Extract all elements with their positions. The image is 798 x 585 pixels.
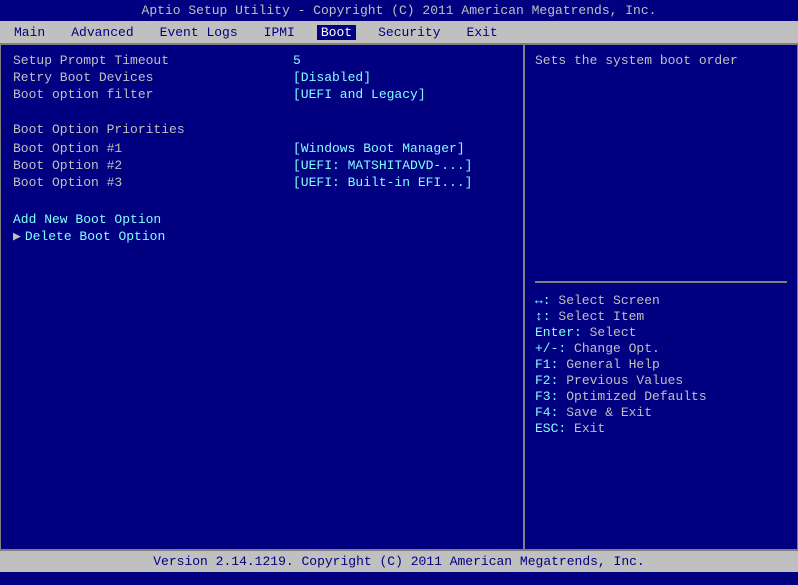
menu-row-value: [UEFI and Legacy]	[293, 87, 426, 102]
menu-row[interactable]: Boot Option #1[Windows Boot Manager]	[13, 141, 511, 156]
footer-text: Version 2.14.1219. Copyright (C) 2011 Am…	[153, 554, 644, 569]
menu-row[interactable]: Retry Boot Devices[Disabled]	[13, 70, 511, 85]
menu-row[interactable]: Setup Prompt Timeout5	[13, 53, 511, 68]
help-key: ↕:	[535, 309, 558, 324]
right-description-area: Sets the system boot order	[535, 53, 787, 283]
nav-item-exit[interactable]: Exit	[463, 25, 502, 40]
nav-item-ipmi[interactable]: IPMI	[260, 25, 299, 40]
title-bar: Aptio Setup Utility - Copyright (C) 2011…	[0, 0, 798, 22]
nav-bar: Main Advanced Event Logs IPMI Boot Security Ex…	[0, 22, 798, 44]
help-desc: Optimized Defaults	[566, 389, 706, 404]
menu-row-label: Retry Boot Devices	[13, 70, 293, 85]
section-header: Boot Option Priorities	[13, 122, 511, 137]
help-key: F4:	[535, 405, 566, 420]
help-desc: Change Opt.	[574, 341, 660, 356]
help-key: F2:	[535, 373, 566, 388]
help-key: ↔:	[535, 293, 558, 308]
arrow-icon: ▶	[13, 229, 21, 244]
menu-row-label: Boot Option #1	[13, 141, 293, 156]
menu-link[interactable]: Add New Boot Option	[13, 212, 511, 227]
help-line: +/-: Change Opt.	[535, 341, 787, 356]
help-desc: Select Screen	[558, 293, 659, 308]
help-line: ESC: Exit	[535, 421, 787, 436]
menu-row-label: Setup Prompt Timeout	[13, 53, 293, 68]
help-desc: Save & Exit	[566, 405, 652, 420]
spacer	[13, 202, 511, 212]
spacer	[13, 104, 511, 114]
menu-row-value: [Windows Boot Manager]	[293, 141, 465, 156]
help-key: +/-:	[535, 341, 574, 356]
menu-row[interactable]: Boot option filter[UEFI and Legacy]	[13, 87, 511, 102]
menu-row-value: 5	[293, 53, 301, 68]
help-desc: Select	[590, 325, 637, 340]
spacer	[13, 192, 511, 202]
help-desc: Previous Values	[566, 373, 683, 388]
menu-row[interactable]: Boot Option #3[UEFI: Built-in EFI...]	[13, 175, 511, 190]
menu-link-label[interactable]: Add New Boot Option	[13, 212, 293, 227]
menu-row-label: Boot Option #3	[13, 175, 293, 190]
nav-item-advanced[interactable]: Advanced	[67, 25, 137, 40]
nav-item-main[interactable]: Main	[10, 25, 49, 40]
nav-item-event-logs[interactable]: Event Logs	[156, 25, 242, 40]
help-desc: Select Item	[558, 309, 644, 324]
description-text: Sets the system boot order	[535, 53, 738, 68]
footer: Version 2.14.1219. Copyright (C) 2011 Am…	[0, 550, 798, 572]
help-line: F1: General Help	[535, 357, 787, 372]
help-key: ESC:	[535, 421, 574, 436]
help-line: ↔: Select Screen	[535, 293, 787, 308]
left-panel: Setup Prompt Timeout5Retry Boot Devices[…	[1, 45, 525, 549]
help-line: Enter: Select	[535, 325, 787, 340]
nav-item-boot[interactable]: Boot	[317, 25, 356, 40]
help-line: F2: Previous Values	[535, 373, 787, 388]
help-key: Enter:	[535, 325, 590, 340]
main-layout: Setup Prompt Timeout5Retry Boot Devices[…	[0, 44, 798, 550]
help-line: F4: Save & Exit	[535, 405, 787, 420]
menu-row-value: [UEFI: Built-in EFI...]	[293, 175, 472, 190]
help-line: ↕: Select Item	[535, 309, 787, 324]
right-panel: Sets the system boot order ↔: Select Scr…	[525, 45, 797, 549]
help-desc: General Help	[566, 357, 660, 372]
menu-row[interactable]: Boot Option #2[UEFI: MATSHITADVD-...]	[13, 158, 511, 173]
right-help-area: ↔: Select Screen↕: Select ItemEnter: Sel…	[535, 289, 787, 436]
help-key: F1:	[535, 357, 566, 372]
menu-row-label: Boot option filter	[13, 87, 293, 102]
menu-arrow-link-label[interactable]: Delete Boot Option	[25, 229, 305, 244]
nav-item-security[interactable]: Security	[374, 25, 444, 40]
menu-row-value: [UEFI: MATSHITADVD-...]	[293, 158, 472, 173]
help-key: F3:	[535, 389, 566, 404]
menu-arrow-link[interactable]: ▶ Delete Boot Option	[13, 229, 511, 244]
menu-row-label: Boot Option #2	[13, 158, 293, 173]
title-text: Aptio Setup Utility - Copyright (C) 2011…	[142, 3, 657, 18]
help-desc: Exit	[574, 421, 605, 436]
menu-row-value: [Disabled]	[293, 70, 371, 85]
help-line: F3: Optimized Defaults	[535, 389, 787, 404]
